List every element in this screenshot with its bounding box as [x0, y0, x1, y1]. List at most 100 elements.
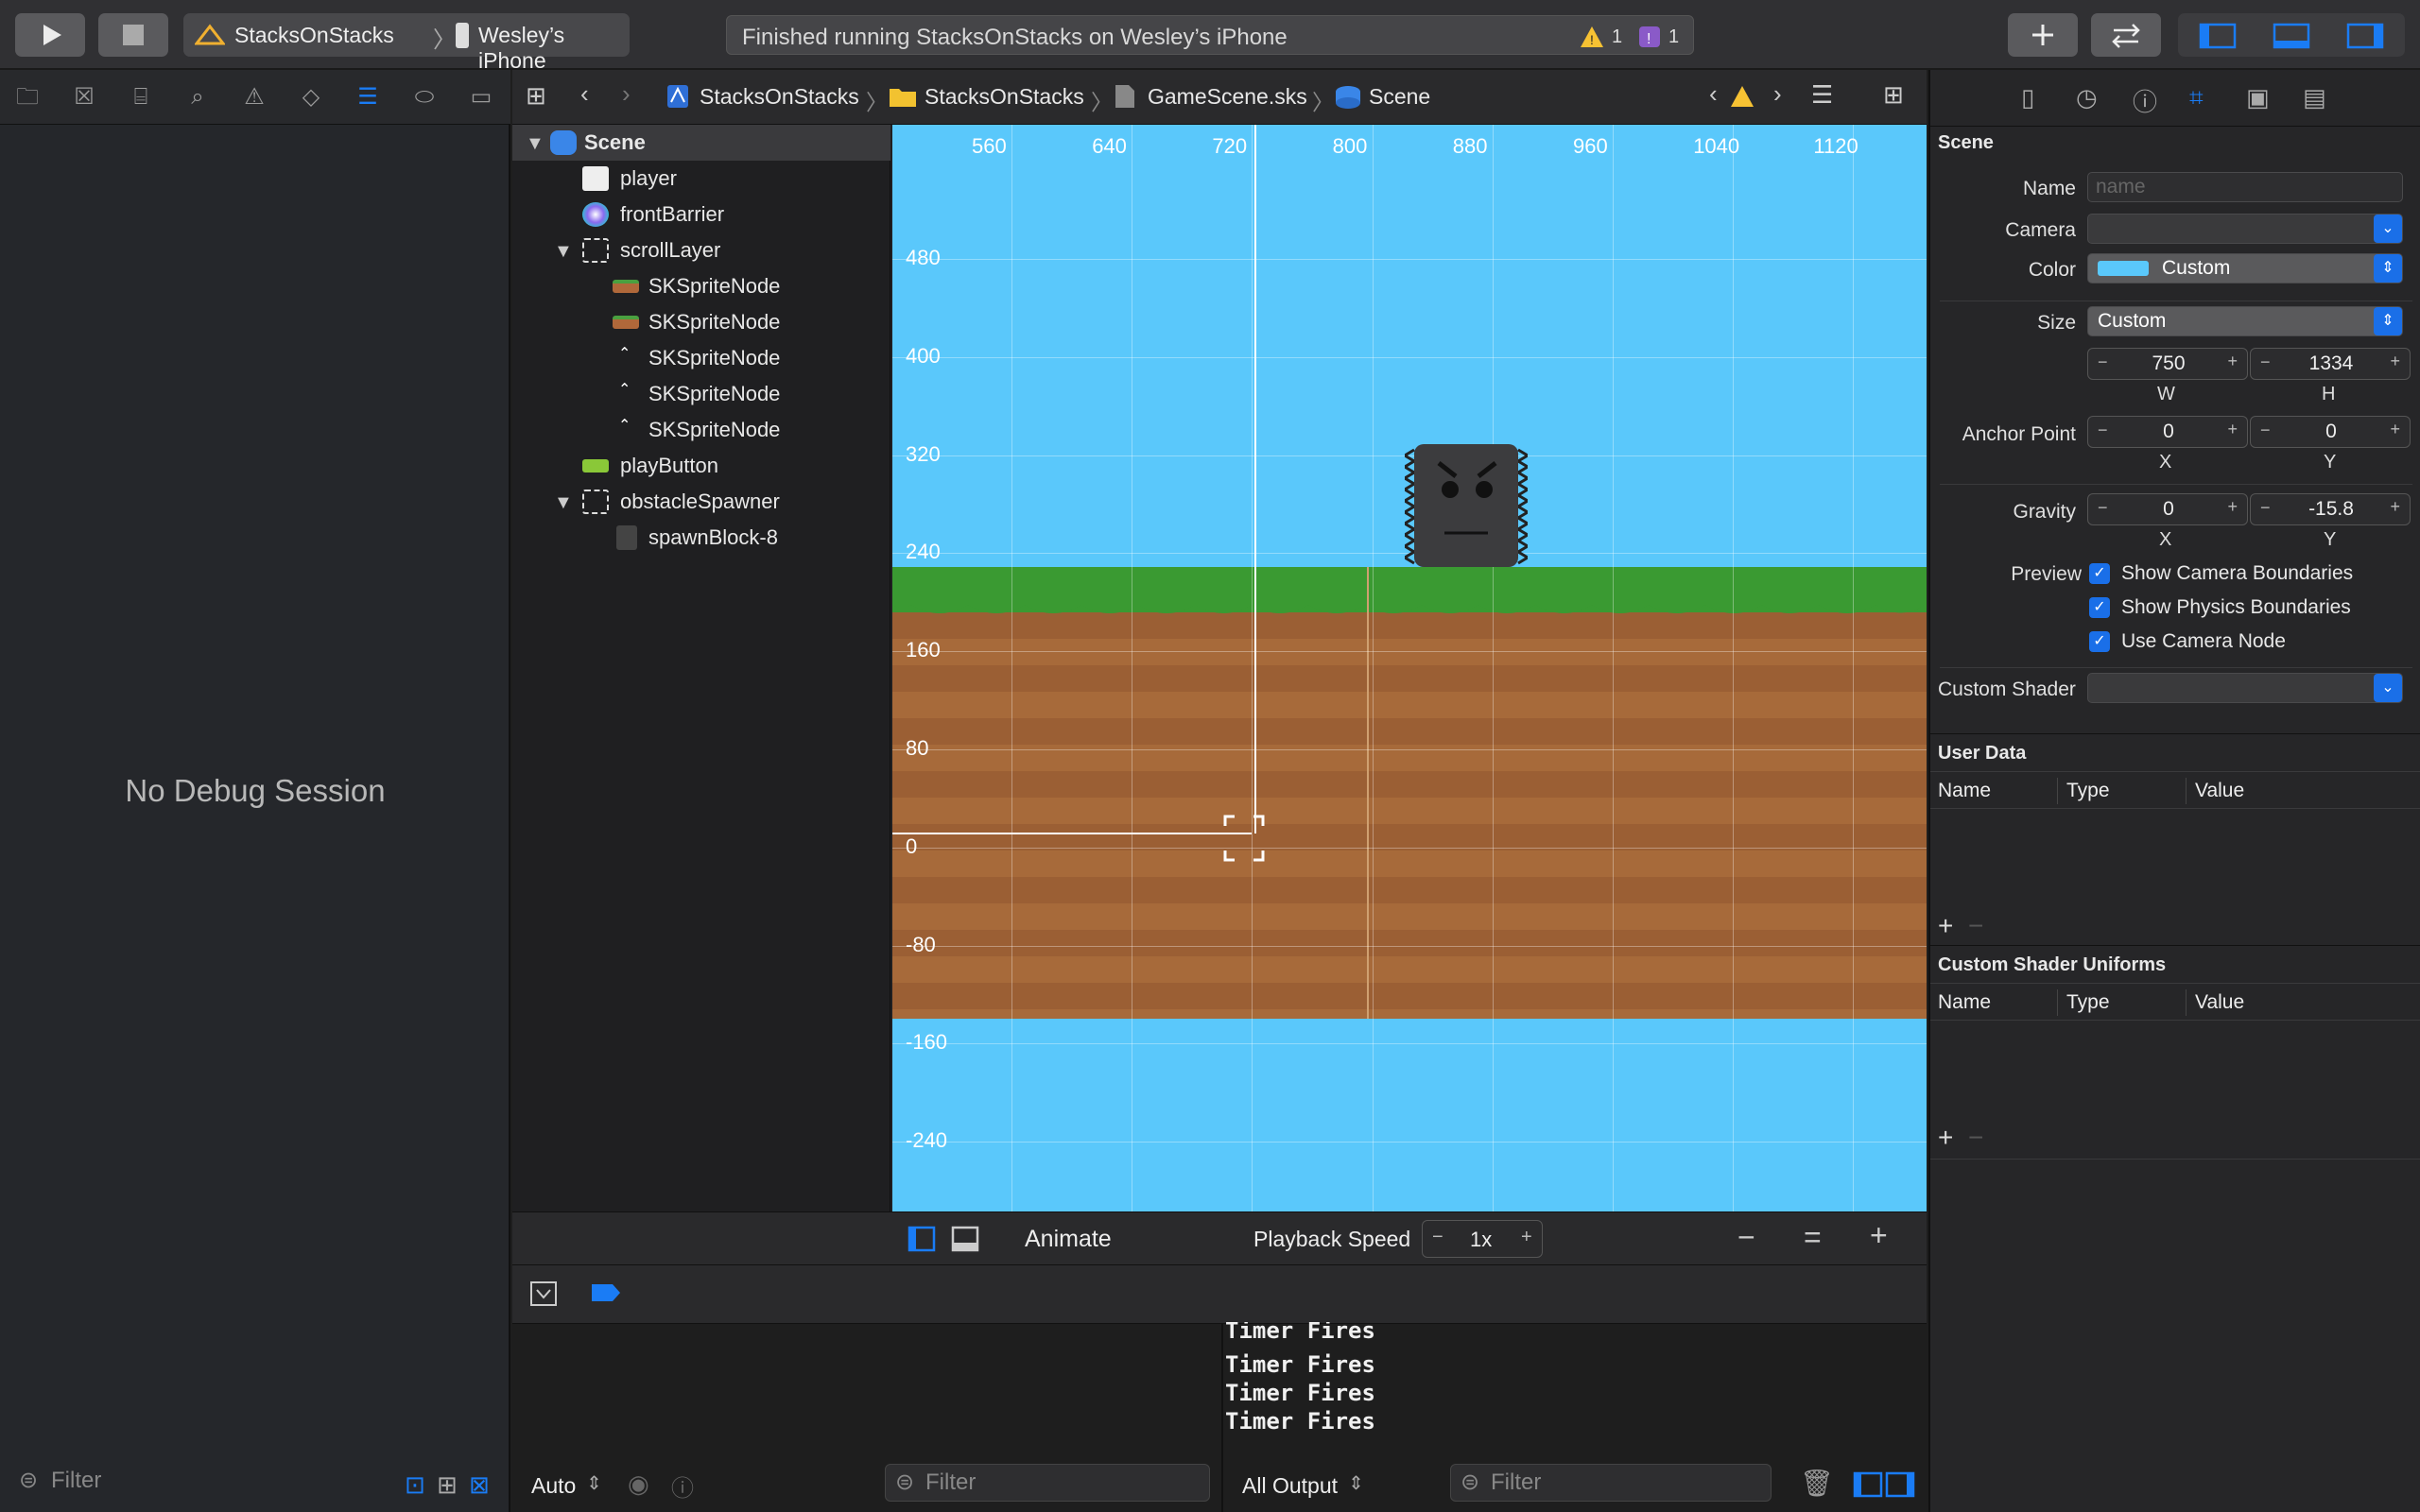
- add-user-data-icon[interactable]: +: [1938, 911, 1953, 941]
- outline-item-scrolllayer[interactable]: ▼ scrollLayer: [554, 233, 885, 267]
- variables-mode-select[interactable]: Auto: [531, 1473, 576, 1499]
- disclosure-triangle-icon[interactable]: ▼: [526, 133, 544, 154]
- custom-shader-popup[interactable]: ⌄: [2087, 673, 2403, 703]
- col-type[interactable]: Type: [2066, 991, 2110, 1014]
- plus-icon[interactable]: +: [2227, 352, 2238, 371]
- size-popup[interactable]: Custom ⇕: [2087, 306, 2403, 336]
- size-inspector-icon[interactable]: ▤: [2303, 83, 2326, 112]
- test-icon[interactable]: ◇: [295, 81, 327, 113]
- warning-icon[interactable]: !: [1580, 26, 1604, 48]
- timeline-toggle-icon[interactable]: [951, 1226, 979, 1252]
- run-button[interactable]: [15, 13, 85, 57]
- breakpoints-toggle-icon[interactable]: [590, 1280, 622, 1305]
- height-stepper[interactable]: −1334 +: [2250, 348, 2411, 380]
- layout-icon[interactable]: ⊞: [437, 1467, 458, 1503]
- zoom-in-icon[interactable]: +: [1870, 1218, 1888, 1253]
- add-uniform-icon[interactable]: +: [1938, 1123, 1953, 1153]
- scene-canvas[interactable]: 5606407208008809601040112012001280480400…: [892, 125, 1927, 1211]
- anchor-x-stepper[interactable]: −0 +: [2087, 416, 2248, 448]
- outline-item-sprite[interactable]: SKSpriteNode: [613, 305, 887, 339]
- remove-user-data-icon[interactable]: −: [1968, 911, 1983, 941]
- scheme-filter-icon[interactable]: ⊠: [469, 1467, 490, 1503]
- outline-item-sprite[interactable]: ⌃ SKSpriteNode: [613, 377, 887, 411]
- eye-icon[interactable]: ◉: [628, 1469, 649, 1499]
- folder-icon[interactable]: 🗀: [11, 81, 43, 113]
- animate-button[interactable]: Animate: [1025, 1226, 1112, 1253]
- output-select[interactable]: All Output: [1242, 1473, 1338, 1499]
- navigator-filter[interactable]: ⊜ Filter ⊡ ⊞ ⊠: [9, 1463, 501, 1501]
- plus-icon[interactable]: +: [1521, 1227, 1532, 1248]
- camera-node-checkbox[interactable]: ✓ Use Camera Node: [2089, 629, 2411, 658]
- history-icon[interactable]: ◷: [2076, 83, 2098, 112]
- outline-item-playbutton[interactable]: playButton: [582, 449, 885, 483]
- debug-navigator-icon[interactable]: ☰: [352, 81, 384, 113]
- playback-speed-stepper[interactable]: − 1x +: [1422, 1220, 1543, 1258]
- plus-icon[interactable]: +: [2390, 352, 2400, 371]
- physics-boundaries-checkbox[interactable]: ✓ Show Physics Boundaries: [2089, 595, 2411, 624]
- zoom-out-icon[interactable]: −: [1737, 1220, 1755, 1255]
- outline-item-sprite[interactable]: SKSpriteNode: [613, 269, 887, 303]
- col-name[interactable]: Name: [1938, 991, 1991, 1014]
- disclosure-triangle-icon[interactable]: ▼: [554, 492, 573, 513]
- search-icon[interactable]: ⌕: [182, 81, 214, 113]
- trash-icon[interactable]: 🗑: [1800, 1468, 1834, 1499]
- plus-icon[interactable]: +: [2227, 497, 2238, 517]
- col-value[interactable]: Value: [2195, 780, 2244, 802]
- editor-options-icon[interactable]: ☰: [1811, 80, 1833, 110]
- help-icon[interactable]: ⓘ: [2133, 83, 2157, 118]
- scheme-selector[interactable]: StacksOnStacks 〉 Wesley’s iPhone: [183, 13, 630, 73]
- outline-toggle-icon[interactable]: [908, 1226, 936, 1252]
- outline-item-obstaclespawner[interactable]: ▼ obstacleSpawner: [554, 485, 885, 519]
- next-issue-icon[interactable]: ›: [1773, 79, 1782, 109]
- crumb-file[interactable]: GameScene.sks: [1148, 84, 1307, 110]
- camera-popup[interactable]: ⌄: [2087, 214, 2403, 244]
- stop-button[interactable]: [98, 13, 168, 57]
- code-review-button[interactable]: [2091, 13, 2161, 57]
- console-filter[interactable]: ⊜ Filter: [1450, 1464, 1772, 1502]
- split-editor-icon[interactable]: ⊞: [1883, 80, 1904, 110]
- split-console-icon[interactable]: [1853, 1471, 1915, 1498]
- spawn-block-sprite[interactable]: [1405, 442, 1528, 569]
- outline-item-sprite[interactable]: ⌃ SKSpriteNode: [613, 341, 887, 375]
- bottom-panel-icon[interactable]: [2273, 23, 2310, 49]
- minus-icon[interactable]: −: [1432, 1227, 1443, 1248]
- hide-debug-icon[interactable]: [529, 1280, 558, 1307]
- forward-arrow-icon[interactable]: ›: [622, 79, 631, 109]
- left-panel-icon[interactable]: [2199, 23, 2237, 49]
- remove-uniform-icon[interactable]: −: [1968, 1123, 1983, 1153]
- library-button[interactable]: [2008, 13, 2078, 57]
- hierarchy-icon[interactable]: ⌸: [125, 81, 157, 113]
- previous-issue-icon[interactable]: ‹: [1709, 79, 1718, 109]
- gravity-y-stepper[interactable]: − -15.8 +: [2250, 493, 2411, 525]
- outline-item-scene[interactable]: ▼ Scene: [526, 126, 885, 160]
- issue-icon[interactable]: ⚠: [238, 81, 270, 113]
- gravity-x-stepper[interactable]: −0 +: [2087, 493, 2248, 525]
- crumb-project[interactable]: StacksOnStacks: [700, 84, 859, 110]
- outline-item-spawnblock[interactable]: spawnBlock-8: [613, 521, 887, 555]
- runtime-issue-icon[interactable]: !: [1638, 26, 1661, 48]
- outline-item-frontbarrier[interactable]: frontBarrier: [582, 198, 885, 232]
- crumb-folder[interactable]: StacksOnStacks: [925, 84, 1084, 110]
- outline-item-sprite[interactable]: ⌃ SKSpriteNode: [613, 413, 887, 447]
- breakpoint-icon[interactable]: ⬭: [408, 81, 441, 113]
- anchor-y-stepper[interactable]: −0 +: [2250, 416, 2411, 448]
- related-items-icon[interactable]: ⊞: [526, 81, 546, 111]
- width-stepper[interactable]: −750 +: [2087, 348, 2248, 380]
- warning-icon[interactable]: [1730, 85, 1754, 108]
- color-popup[interactable]: Custom ⇕: [2087, 253, 2403, 284]
- plus-icon[interactable]: +: [2390, 497, 2400, 517]
- back-arrow-icon[interactable]: ‹: [580, 79, 589, 109]
- file-inspector-icon[interactable]: ▯: [2021, 83, 2034, 112]
- source-control-icon[interactable]: ☒: [68, 81, 100, 113]
- crumb-scene[interactable]: Scene: [1369, 84, 1430, 110]
- info-icon[interactable]: ⓘ: [671, 1469, 694, 1503]
- report-icon[interactable]: ▭: [465, 81, 497, 113]
- zoom-reset-icon[interactable]: =: [1804, 1220, 1822, 1255]
- col-value[interactable]: Value: [2195, 991, 2244, 1014]
- col-name[interactable]: Name: [1938, 780, 1991, 802]
- right-panel-icon[interactable]: [2346, 23, 2384, 49]
- name-field[interactable]: name: [2087, 172, 2403, 202]
- col-type[interactable]: Type: [2066, 780, 2110, 802]
- attributes-inspector-icon[interactable]: ⌗: [2189, 83, 2204, 113]
- camera-boundaries-checkbox[interactable]: ✓ Show Camera Boundaries: [2089, 561, 2411, 590]
